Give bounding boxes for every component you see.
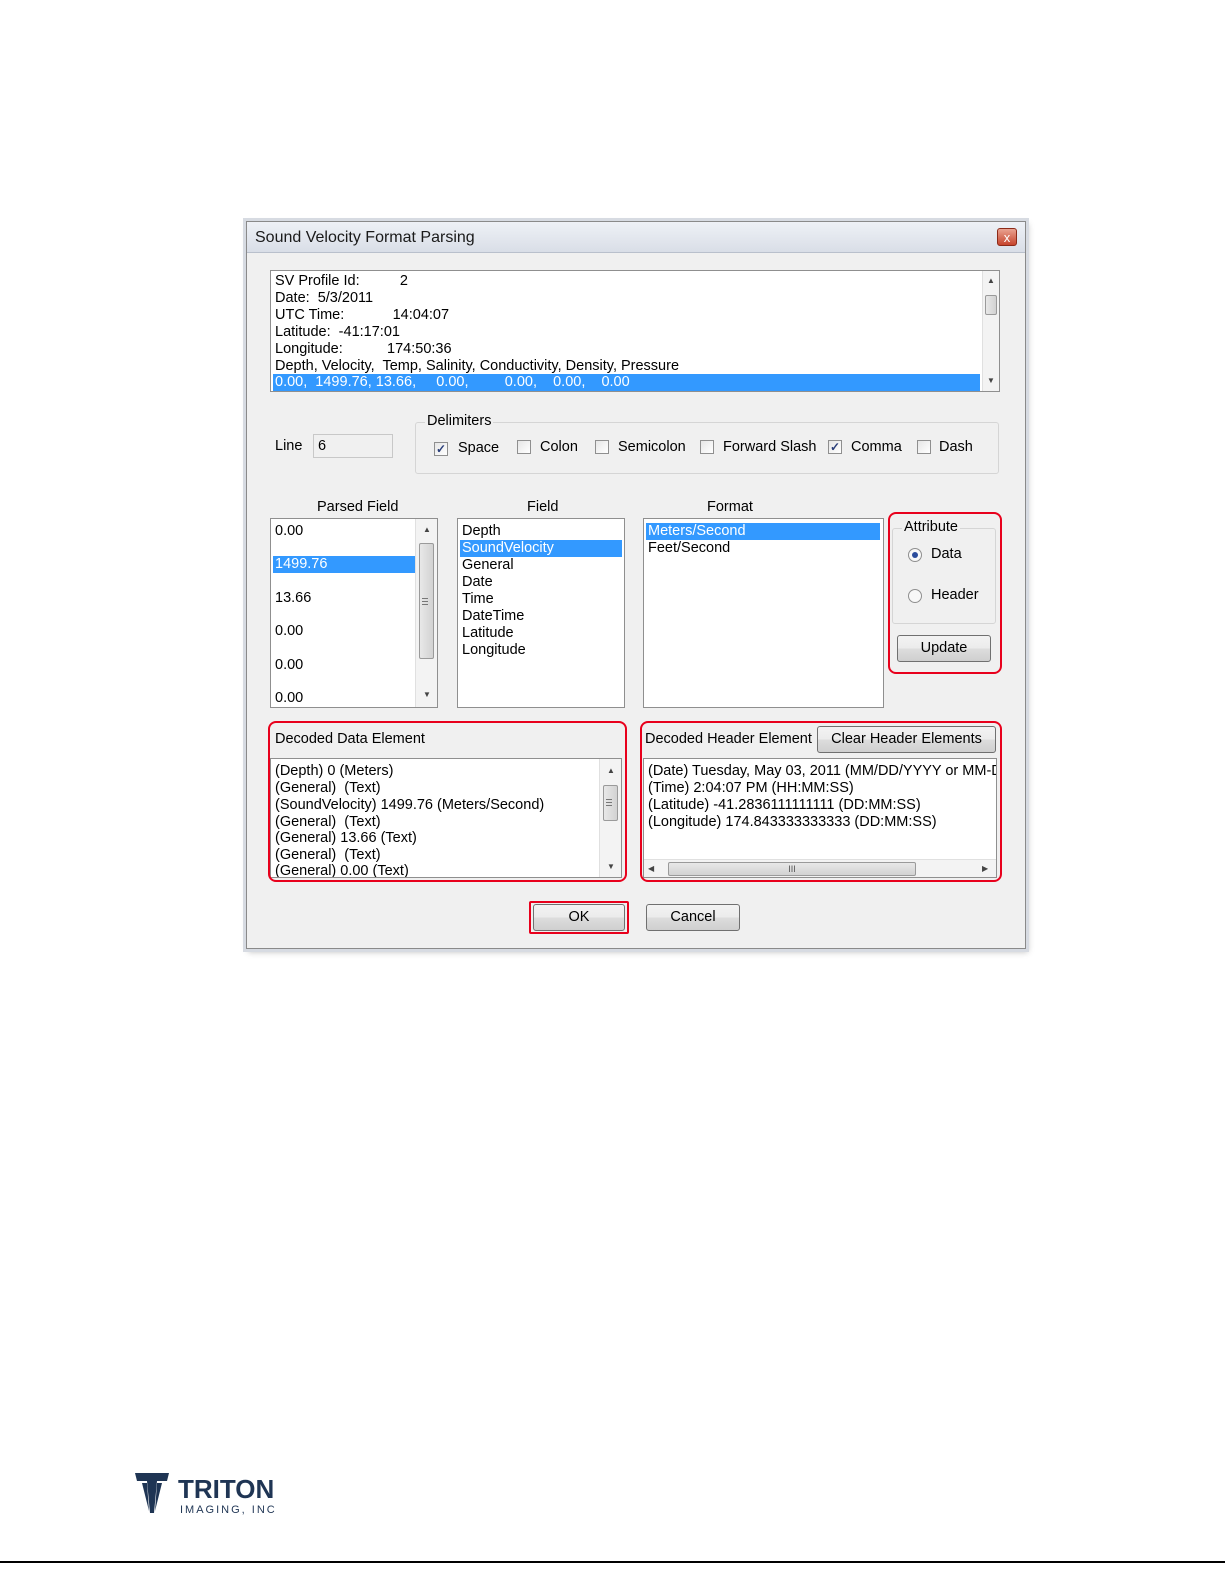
preview-line[interactable]: Depth, Velocity, Temp, Salinity, Conduct… [275,358,679,375]
field-item-selected[interactable]: SoundVelocity [460,540,622,557]
decoded-data-line[interactable]: (Depth) 0 (Meters) [275,763,393,780]
data-radio[interactable] [908,548,922,562]
ok-button[interactable]: OK [533,904,625,931]
footer-rule [0,1561,1225,1563]
decoded-header-list[interactable]: (Date) Tuesday, May 03, 2011 (MM/DD/YYYY… [643,758,997,878]
preview-line[interactable]: Longitude: 174:50:36 [275,341,452,358]
scroll-down-icon[interactable]: ▼ [983,373,999,389]
comma-label: Comma [851,439,902,455]
dash-checkbox[interactable] [917,440,931,454]
preview-line-selected[interactable]: 0.00, 1499.76, 13.66, 0.00, 0.00, 0.00, … [273,374,980,391]
forward-slash-checkbox[interactable] [700,440,714,454]
scroll-up-icon[interactable]: ▲ [983,273,999,289]
decoded-data-line[interactable]: (General) 0.00 (Text) [275,863,409,877]
attribute-group [892,528,996,624]
colon-label: Colon [540,439,578,455]
delimiters-title: Delimiters [425,413,494,429]
parsed-field-item[interactable]: 13.66 [275,590,311,607]
parsed-field-scrollbar[interactable]: ▲ ▼ [415,519,437,707]
parsed-field-item[interactable]: 0.00 [275,690,303,707]
update-button[interactable]: Update [897,635,991,662]
scroll-thumb[interactable]: III [668,862,916,876]
sound-velocity-dialog: Sound Velocity Format Parsing x SV Profi… [246,221,1026,949]
close-icon[interactable]: x [997,228,1017,246]
parsed-field-item-selected[interactable]: 1499.76 [273,556,415,573]
decoded-header-line[interactable]: (Time) 2:04:07 PM (HH:MM:SS) [648,780,854,797]
preview-line[interactable]: Latitude: -41:17:01 [275,324,400,341]
decoded-data-line[interactable]: (General) (Text) [275,847,381,864]
clear-header-elements-button[interactable]: Clear Header Elements [817,726,996,753]
field-item[interactable]: Latitude [462,625,514,642]
format-item-selected[interactable]: Meters/Second [646,523,880,540]
scroll-left-icon[interactable]: ◀ [648,861,654,877]
parsed-field-item[interactable]: 0.00 [275,623,303,640]
scroll-down-icon[interactable]: ▼ [419,687,435,703]
decoded-data-line[interactable]: (SoundVelocity) 1499.76 (Meters/Second) [275,797,544,814]
scroll-up-icon[interactable]: ▲ [419,522,435,538]
colon-checkbox[interactable] [517,440,531,454]
logo-wordmark: TRITON [178,1474,275,1504]
preview-line[interactable]: Date: 5/3/2011 [275,290,373,307]
header-radio[interactable] [908,589,922,603]
decoded-header-title: Decoded Header Element [645,731,812,747]
field-item[interactable]: Time [462,591,494,608]
window-title: Sound Velocity Format Parsing [255,229,475,246]
decoded-data-scrollbar[interactable]: ▲ ▼ [599,759,621,877]
scroll-right-icon[interactable]: ▶ [982,861,988,877]
field-item[interactable]: General [462,557,514,574]
semicolon-label: Semicolon [618,439,686,455]
decoded-header-line[interactable]: (Date) Tuesday, May 03, 2011 (MM/DD/YYYY… [648,763,996,780]
scroll-thumb[interactable] [603,785,618,821]
preview-line[interactable]: SV Profile Id: 2 [275,273,408,290]
field-type-list[interactable]: Depth SoundVelocity General Date Time Da… [457,518,625,708]
cancel-button[interactable]: Cancel [646,904,740,931]
parsed-field-item[interactable]: 0.00 [275,657,303,674]
scroll-up-icon[interactable]: ▲ [603,763,619,779]
forward-slash-label: Forward Slash [723,439,817,455]
preview-line[interactable]: UTC Time: 14:04:07 [275,307,449,324]
scroll-thumb[interactable] [985,295,997,315]
line-label: Line [275,438,303,454]
parsed-field-header: Parsed Field [317,499,399,515]
dash-label: Dash [939,439,973,455]
decoded-data-line[interactable]: (General) (Text) [275,780,381,797]
space-checkbox[interactable]: ✓ [434,442,448,456]
attribute-title: Attribute [902,519,960,535]
triton-logo-icon [133,1471,171,1520]
comma-checkbox[interactable]: ✓ [828,440,842,454]
format-item[interactable]: Feet/Second [648,540,730,557]
format-list[interactable]: Meters/Second Feet/Second [643,518,884,708]
decoded-header-line[interactable]: (Longitude) 174.843333333333 (DD:MM:SS) [648,814,937,831]
semicolon-checkbox[interactable] [595,440,609,454]
decoded-data-line[interactable]: (General) 13.66 (Text) [275,830,417,847]
preview-scrollbar[interactable]: ▲ ▼ [982,271,999,391]
line-number-field[interactable]: 6 [313,434,393,458]
parsed-field-list[interactable]: 0.00 1499.76 13.66 0.00 0.00 0.00 ▲ ▼ [270,518,438,708]
scroll-down-icon[interactable]: ▼ [603,859,619,875]
logo-subtitle: IMAGING, INC [180,1504,277,1516]
field-item[interactable]: Depth [462,523,501,540]
field-item[interactable]: Date [462,574,493,591]
field-item[interactable]: DateTime [462,608,524,625]
decoded-header-hscrollbar[interactable]: ◀ III ▶ [644,859,996,877]
decoded-data-line[interactable]: (General) (Text) [275,814,381,831]
data-radio-label: Data [931,546,962,562]
scroll-thumb[interactable] [419,543,434,659]
parsed-field-item[interactable]: 0.00 [275,523,303,540]
decoded-header-line[interactable]: (Latitude) -41.2836111111111 (DD:MM:SS) [648,797,921,814]
field-header: Field [527,499,559,515]
field-item[interactable]: Longitude [462,642,526,659]
decoded-data-title: Decoded Data Element [275,731,425,747]
title-bar[interactable]: Sound Velocity Format Parsing x [247,222,1025,253]
header-radio-label: Header [931,587,979,603]
space-label: Space [458,440,500,456]
format-header: Format [707,499,753,515]
raw-file-preview-list[interactable]: SV Profile Id: 2 Date: 5/3/2011 UTC Time… [270,270,1000,392]
decoded-data-list[interactable]: (Depth) 0 (Meters) (General) (Text) (Sou… [270,758,622,878]
